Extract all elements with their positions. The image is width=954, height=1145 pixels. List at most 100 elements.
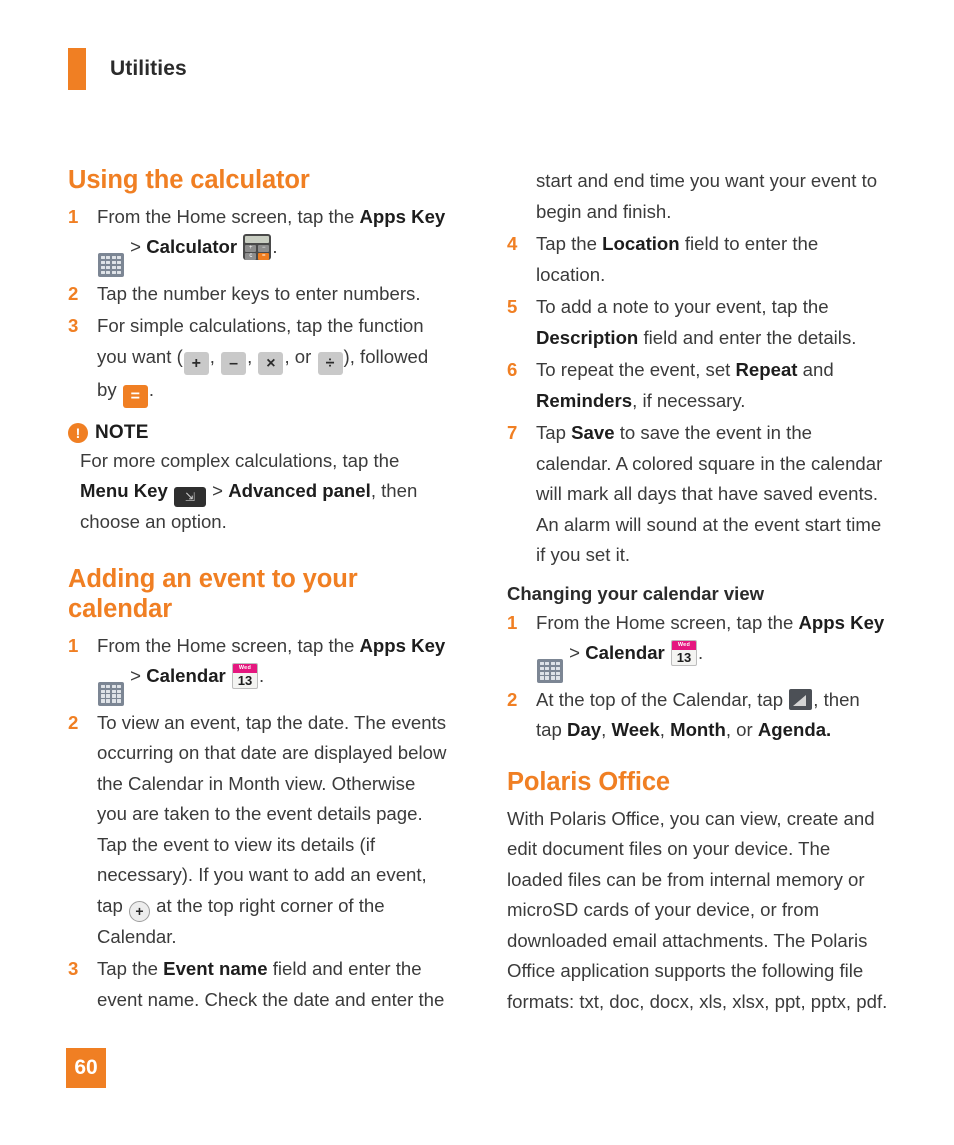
bold-agenda: Agenda. (757, 719, 832, 741)
step-number: 1 (68, 205, 79, 227)
calculator-minus-key-icon: – (221, 351, 247, 375)
step-number: 3 (68, 315, 79, 337)
bold-reminders: Reminders (536, 389, 633, 411)
calculator-plus-key-icon: + (183, 351, 209, 375)
bold-month: Month (670, 719, 726, 741)
plus-circle-icon: + (129, 900, 151, 922)
note-label: NOTE (95, 421, 149, 443)
bold-location: Location (602, 233, 680, 254)
subsection-title-changing-calendar-view: Changing your calendar view (507, 582, 765, 604)
step-number: 2 (68, 711, 79, 733)
section-title-polaris-office: Polaris Office (507, 767, 670, 796)
calculator-key-plus: + (245, 245, 257, 253)
calendar-steps-continued-list: 4 Tap the Location field to enter the loc… (507, 229, 888, 571)
step-number: 2 (68, 282, 79, 304)
step-text: From the Home screen, tap the (97, 634, 360, 656)
left-column: Using the calculator 1 From the Home scre… (68, 166, 449, 1019)
step-text: To repeat the event, set (536, 359, 736, 380)
list-item: 2 Tap the number keys to enter numbers. (68, 279, 449, 310)
calculator-key-clear: c (245, 253, 257, 261)
bold-apps-key: Apps Key (798, 611, 885, 633)
step-text: Tap the number keys to enter numbers. (97, 282, 421, 304)
calendar-icon-weekday: Wed (671, 641, 696, 651)
list-item: 2 To view an event, tap the date. The eve… (68, 708, 449, 953)
continuation-paragraph: start and end time you want your event t… (536, 170, 878, 222)
page-number-badge: 60 (66, 1048, 106, 1088)
list-item: 4 Tap the Location field to enter the loc… (507, 229, 888, 290)
step-separator: , (209, 345, 221, 367)
list-item: 1 From the Home screen, tap the Apps Key … (507, 608, 888, 683)
section-title-adding-an-event: Adding an event to your calendar (68, 564, 358, 623)
bold-calendar: Calendar (585, 642, 665, 664)
calculator-key-equals: = (258, 253, 270, 261)
section-title-using-the-calculator: Using the calculator (68, 166, 310, 194)
list-item: 3 Tap the Event name field and enter the … (68, 954, 449, 1015)
step-separator: > (564, 642, 586, 664)
calculator-divide-key-icon: ÷ (317, 351, 343, 375)
menu-key-icon: ⇲ (174, 487, 206, 508)
bold-apps-key: Apps Key (359, 634, 446, 656)
view-switch-icon (789, 688, 813, 710)
step-number: 4 (507, 233, 518, 254)
step-number: 7 (507, 422, 518, 443)
calendar-steps-list: 1 From the Home screen, tap the Apps Key … (68, 631, 449, 1016)
step-text-end: . (148, 378, 154, 400)
bold-apps-key: Apps Key (359, 205, 446, 227)
step-number: 3 (68, 958, 79, 980)
step-text: Tap (536, 422, 572, 443)
step-separator: , (659, 719, 671, 741)
step-separator: , (247, 345, 258, 367)
list-item: 5 To add a note to your event, tap the De… (507, 292, 888, 353)
header-accent-bar (68, 48, 86, 90)
page-header: Utilities (68, 48, 187, 90)
bold-advanced-panel: Advanced panel (228, 480, 371, 502)
apps-grid-icon (98, 681, 124, 706)
step-separator: , or (725, 719, 758, 741)
calculator-multiply-key-icon: × (258, 351, 284, 375)
step-text-end: to save the event in the calendar. A col… (536, 422, 883, 565)
calendar-view-steps-list: 1 From the Home screen, tap the Apps Key … (507, 608, 888, 746)
list-item: 6 To repeat the event, set Repeat and Rem… (507, 355, 888, 416)
list-item: 7 Tap Save to save the event in the calen… (507, 418, 888, 571)
calendar-icon-weekday: Wed (232, 664, 257, 674)
list-item: 2 At the top of the Calendar, tap , then … (507, 685, 888, 746)
polaris-office-body: With Polaris Office, you can view, creat… (507, 807, 888, 1012)
page-body: Using the calculator 1 From the Home scre… (68, 166, 888, 1019)
bold-week: Week (611, 719, 660, 741)
note-separator: > (207, 480, 229, 502)
list-item: 1 From the Home screen, tap the Apps Key … (68, 631, 449, 706)
step-text-end: , if necessary. (632, 389, 746, 411)
bold-menu-key: Menu Key (80, 480, 168, 502)
step-text: From the Home screen, tap the (536, 611, 799, 633)
note-block: ! NOTE For more complex calculations, ta… (68, 422, 449, 538)
step-number: 1 (507, 611, 518, 633)
step-text: To view an event, tap the date. The even… (97, 711, 447, 916)
calculator-key-minus: − (258, 245, 270, 253)
step-number: 6 (507, 359, 518, 380)
exclamation-circle-icon: ! (68, 422, 88, 443)
calendar-icon-date: 13 (676, 650, 692, 666)
calculator-steps-list: 1 From the Home screen, tap the Apps Key … (68, 202, 449, 408)
step-number: 1 (68, 634, 79, 656)
step-separator: > (125, 665, 147, 687)
bold-description: Description (536, 326, 639, 348)
step-number: 5 (507, 296, 518, 317)
apps-grid-icon (537, 658, 563, 683)
bold-repeat: Repeat (735, 359, 798, 380)
step-separator: , (601, 719, 612, 741)
step-text-end: . (272, 236, 278, 258)
step-separator: , or (284, 345, 317, 367)
step-separator: and (797, 359, 834, 380)
calendar-app-icon: Wed 13 (670, 640, 697, 667)
calculator-equals-key-icon: = (122, 384, 148, 408)
step-text-end: field and enter the details. (638, 326, 857, 348)
page-title: Utilities (110, 57, 187, 80)
step-text-end: . (697, 642, 704, 664)
step-number: 2 (507, 688, 518, 710)
note-text: For more complex calculations, tap the (80, 449, 400, 471)
step-text: At the top of the Calendar, tap (536, 688, 789, 710)
apps-grid-icon (98, 252, 124, 277)
bold-calendar: Calendar (146, 665, 226, 687)
